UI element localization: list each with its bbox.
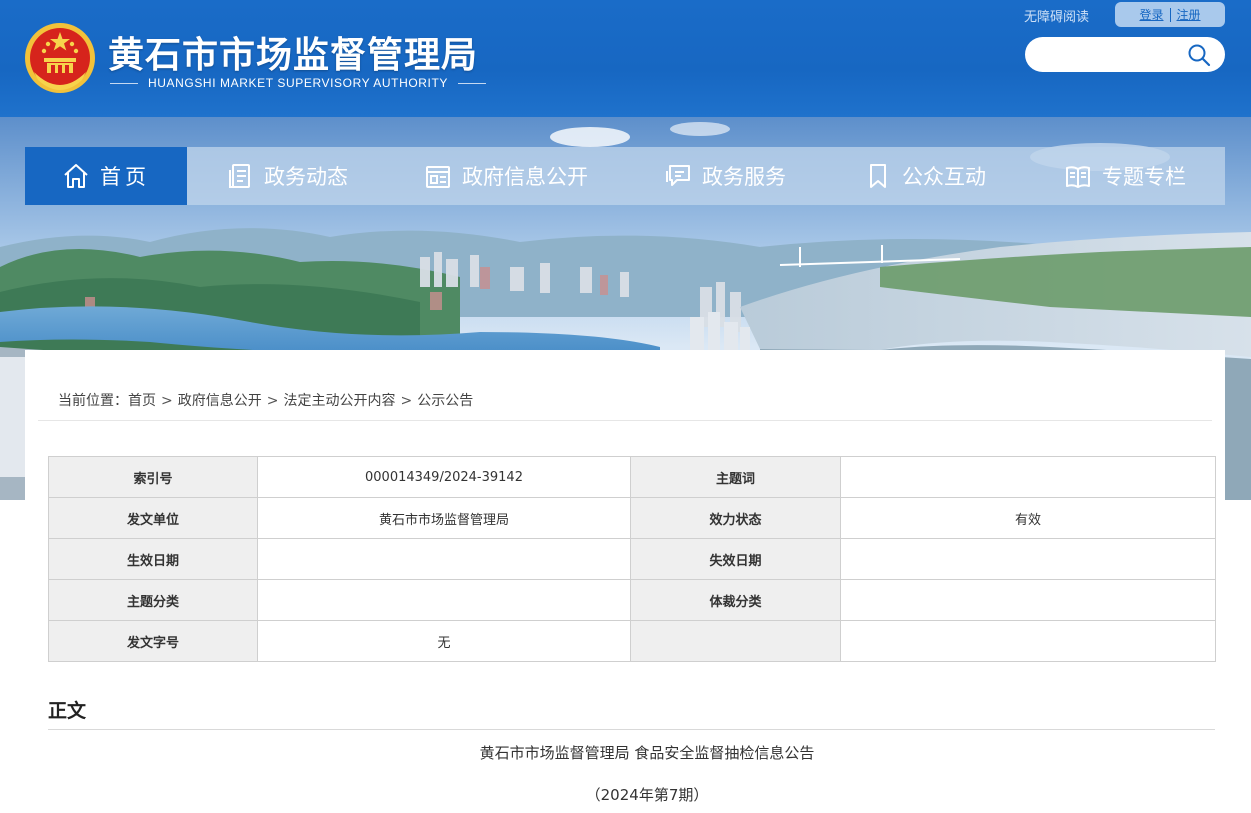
accessibility-link[interactable]: 无障碍阅读 bbox=[1024, 6, 1089, 25]
nav-item-government-services[interactable]: 政务服务 bbox=[625, 147, 825, 205]
document-period: （2024年第7期） bbox=[585, 786, 709, 804]
meta-label-issuer: 发文单位 bbox=[48, 497, 258, 539]
body-section-title: 正文 bbox=[48, 700, 87, 722]
table-row: 发文单位 黄石市市场监督管理局 效力状态 有效 bbox=[48, 497, 1216, 539]
nav-item-government-news[interactable]: 政务动态 bbox=[187, 147, 387, 205]
search-icon[interactable] bbox=[1187, 43, 1211, 67]
body-section-divider bbox=[48, 729, 1215, 730]
nav-item-public-interaction[interactable]: 公众互动 bbox=[825, 147, 1025, 205]
bookmark-icon bbox=[870, 164, 886, 188]
meta-label-subject-category: 主题分类 bbox=[48, 579, 258, 621]
breadcrumb-link-announcements[interactable]: 公示公告 bbox=[417, 393, 473, 409]
site-subtitle: HUANGSHI MARKET SUPERVISORY AUTHORITY bbox=[110, 76, 487, 90]
meta-value-keywords bbox=[840, 456, 1216, 498]
meta-value-issuer: 黄石市市场监督管理局 bbox=[257, 497, 631, 539]
meta-value-index-no: 000014349/2024-39142 bbox=[257, 456, 631, 498]
content-card: 当前位置：首页 > 政府信息公开 > 法定主动公开内容 > 公示公告 索引号 0000143… bbox=[25, 350, 1225, 813]
nav-label-info-disclosure: 政府信息公开 bbox=[462, 165, 588, 189]
breadcrumb-link-info-disclosure[interactable]: 政府信息公开 bbox=[178, 393, 262, 409]
login-link[interactable]: 登录 bbox=[1133, 6, 1169, 23]
meta-label-document-number: 发文字号 bbox=[48, 620, 258, 662]
search-input[interactable] bbox=[1039, 44, 1189, 65]
nav-label-public-interaction: 公众互动 bbox=[902, 165, 986, 189]
auth-links: 登录 注册 bbox=[1115, 2, 1225, 27]
table-row: 主题分类 体裁分类 bbox=[48, 579, 1216, 621]
meta-value-expiry-date bbox=[840, 538, 1216, 580]
meta-label-expiry-date: 失效日期 bbox=[630, 538, 841, 580]
table-row: 索引号 000014349/2024-39142 主题词 bbox=[48, 456, 1216, 498]
table-row: 生效日期 失效日期 bbox=[48, 538, 1216, 580]
meta-value-empty bbox=[840, 620, 1216, 662]
document-icon bbox=[229, 164, 250, 188]
breadcrumb-link-statutory-content[interactable]: 法定主动公开内容 bbox=[283, 393, 395, 409]
breadcrumb-link-home[interactable]: 首页 bbox=[128, 393, 156, 409]
site-title: 黄石市市场监督管理局 bbox=[108, 35, 479, 76]
document-metadata-table: 索引号 000014349/2024-39142 主题词 发文单位 黄石市市场监… bbox=[48, 456, 1216, 662]
meta-label-effective-date: 生效日期 bbox=[48, 538, 258, 580]
meta-label-keywords: 主题词 bbox=[630, 456, 841, 498]
meta-label-index-no: 索引号 bbox=[48, 456, 258, 498]
breadcrumb: 当前位置：首页 > 政府信息公开 > 法定主动公开内容 > 公示公告 bbox=[58, 390, 473, 410]
nav-item-home[interactable]: 首页 bbox=[25, 147, 187, 205]
nav-item-info-disclosure[interactable]: 政府信息公开 bbox=[387, 147, 625, 205]
breadcrumb-prefix: 当前位置： bbox=[58, 393, 128, 409]
nav-label-home: 首页 bbox=[100, 165, 150, 189]
subtitle-rule-left bbox=[110, 82, 138, 84]
meta-value-subject-category bbox=[257, 579, 631, 621]
nav-label-government-news: 政务动态 bbox=[264, 165, 348, 189]
table-row: 发文字号 无 bbox=[48, 620, 1216, 662]
nav-item-special-topics[interactable]: 专题专栏 bbox=[1025, 147, 1225, 205]
chat-bubble-icon bbox=[666, 165, 690, 186]
breadcrumb-divider bbox=[38, 420, 1212, 421]
register-link[interactable]: 注册 bbox=[1171, 6, 1207, 23]
breadcrumb-separator: > bbox=[266, 393, 279, 409]
document-title: 黄石市市场监督管理局 食品安全监督抽检信息公告 bbox=[479, 744, 815, 762]
meta-label-genre-category: 体裁分类 bbox=[630, 579, 841, 621]
site-header: 黄石市市场监督管理局 HUANGSHI MARKET SUPERVISORY A… bbox=[0, 0, 1251, 117]
meta-value-document-number: 无 bbox=[257, 620, 631, 662]
info-board-icon bbox=[426, 166, 450, 188]
nav-label-special-topics: 专题专栏 bbox=[1102, 165, 1186, 189]
home-icon bbox=[64, 164, 88, 188]
open-book-icon bbox=[1066, 166, 1090, 188]
nav-label-government-services: 政务服务 bbox=[702, 165, 786, 189]
national-emblem-icon bbox=[25, 23, 95, 93]
meta-value-effective-date bbox=[257, 538, 631, 580]
meta-label-empty bbox=[630, 620, 841, 662]
site-subtitle-text: HUANGSHI MARKET SUPERVISORY AUTHORITY bbox=[147, 76, 449, 90]
meta-label-validity: 效力状态 bbox=[630, 497, 841, 539]
breadcrumb-separator: > bbox=[161, 393, 173, 409]
meta-value-validity: 有效 bbox=[840, 497, 1216, 539]
meta-value-genre-category bbox=[840, 579, 1216, 621]
breadcrumb-separator: > bbox=[400, 393, 413, 409]
subtitle-rule-right bbox=[458, 82, 487, 84]
main-nav: 首页 政务动态 政府信息公开 政务服务 公众互动 专题专栏 bbox=[25, 147, 1225, 205]
